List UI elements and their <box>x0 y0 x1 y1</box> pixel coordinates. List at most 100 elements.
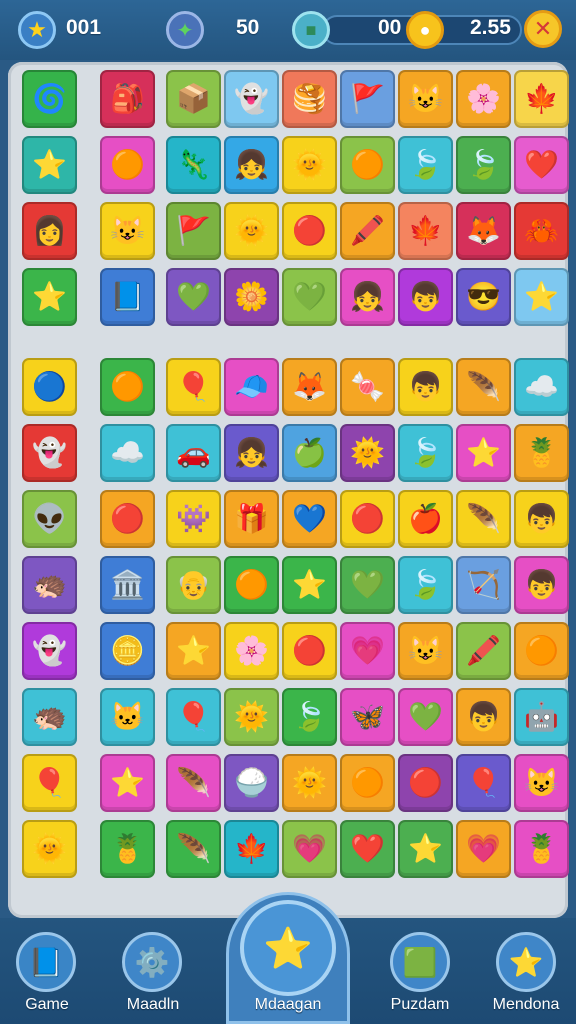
board-tile[interactable]: 🪙 <box>100 622 155 680</box>
board-tile[interactable]: ❤️ <box>340 820 395 878</box>
board-tile[interactable]: ☁️ <box>100 424 155 482</box>
board-tile[interactable]: ⭐ <box>282 556 337 614</box>
gold-coin-icon[interactable]: ● <box>406 11 444 49</box>
board-tile[interactable]: 💚 <box>282 268 337 326</box>
board-tile[interactable]: ☁️ <box>514 358 569 416</box>
board-tile[interactable]: 🍍 <box>514 424 569 482</box>
board-tile[interactable]: 🦎 <box>166 136 221 194</box>
board-tile[interactable]: 🚩 <box>166 202 221 260</box>
star-icon[interactable]: ⭐ <box>496 932 556 992</box>
board-tile[interactable]: 🦊 <box>282 358 337 416</box>
puzzle-board-icon[interactable]: 🟩 <box>390 932 450 992</box>
board-tile[interactable]: 👻 <box>22 622 77 680</box>
board-tile[interactable]: 🟠 <box>100 358 155 416</box>
board-tile[interactable]: 🍍 <box>514 820 569 878</box>
board-tile[interactable]: 🎈 <box>166 688 221 746</box>
board-tile[interactable]: 🖍️ <box>456 622 511 680</box>
board-tile[interactable]: 🔴 <box>282 622 337 680</box>
board-tile[interactable]: 🌸 <box>456 70 511 128</box>
board-tile[interactable]: 🍎 <box>398 490 453 548</box>
board-tile[interactable]: 👻 <box>224 70 279 128</box>
board-tile[interactable]: 🧢 <box>224 358 279 416</box>
board-tile[interactable]: 🖍️ <box>340 202 395 260</box>
board-tile[interactable]: 💚 <box>340 556 395 614</box>
board-tile[interactable]: 🍃 <box>398 424 453 482</box>
board-tile[interactable]: 🔴 <box>282 202 337 260</box>
board-tile[interactable]: 💚 <box>398 688 453 746</box>
board-tile[interactable]: ⭐ <box>22 136 77 194</box>
cube-icon[interactable]: ■ <box>292 11 330 49</box>
board-tile[interactable]: 🔴 <box>100 490 155 548</box>
board-tile[interactable]: 🌞 <box>224 688 279 746</box>
board-tile[interactable]: 😺 <box>100 202 155 260</box>
board-tile[interactable]: 🤖 <box>514 688 569 746</box>
board-tile[interactable]: 🦀 <box>514 202 569 260</box>
board-tile[interactable]: 👩 <box>22 202 77 260</box>
board-tile[interactable]: 🍍 <box>100 820 155 878</box>
board-tile[interactable]: 🪶 <box>166 754 221 812</box>
board-tile[interactable]: 🐱 <box>100 688 155 746</box>
board-tile[interactable]: 👻 <box>22 424 77 482</box>
board-tile[interactable]: 🎒 <box>100 70 155 128</box>
board-tile[interactable]: 🌞 <box>282 136 337 194</box>
board-tile[interactable]: 🟠 <box>514 622 569 680</box>
board-tile[interactable]: 👦 <box>398 268 453 326</box>
nav-label-game[interactable]: Game <box>0 996 102 1014</box>
board-tile[interactable]: 👽 <box>22 490 77 548</box>
board-tile[interactable]: ⭐ <box>100 754 155 812</box>
board-tile[interactable]: 👦 <box>398 358 453 416</box>
board-tile[interactable]: 👴 <box>166 556 221 614</box>
star-icon[interactable]: ★ <box>18 11 56 49</box>
board-tile[interactable]: 🌸 <box>224 622 279 680</box>
board-tile[interactable]: 🦊 <box>456 202 511 260</box>
board-tile[interactable]: 😺 <box>514 754 569 812</box>
board-tile[interactable]: 🔴 <box>340 490 395 548</box>
board-tile[interactable]: ⭐ <box>456 424 511 482</box>
board-tile[interactable]: 🌞 <box>224 202 279 260</box>
board-tile[interactable]: 🌞 <box>340 424 395 482</box>
board-tile[interactable]: ⭐ <box>514 268 569 326</box>
board-tile[interactable]: 🟠 <box>340 754 395 812</box>
board-tile[interactable]: 📦 <box>166 70 221 128</box>
board-tile[interactable]: 🌀 <box>22 70 77 128</box>
board-tile[interactable]: 🦔 <box>22 688 77 746</box>
board-tile[interactable]: 🚗 <box>166 424 221 482</box>
board-tile[interactable]: 🍃 <box>456 136 511 194</box>
board-tile[interactable]: 🌞 <box>22 820 77 878</box>
board-tile[interactable]: 🟠 <box>340 136 395 194</box>
board-tile[interactable]: 🎈 <box>166 358 221 416</box>
board-tile[interactable]: 🍃 <box>398 556 453 614</box>
board-tile[interactable]: 🍁 <box>398 202 453 260</box>
board-tile[interactable]: ⭐ <box>22 268 77 326</box>
nav-label-mdaagan[interactable]: Mdaagan <box>233 996 343 1014</box>
board-tile[interactable]: 👦 <box>514 556 569 614</box>
board-tile[interactable]: 🔵 <box>22 358 77 416</box>
board-tile[interactable]: 🪶 <box>166 820 221 878</box>
board-tile[interactable]: ⭐ <box>166 622 221 680</box>
board-tile[interactable]: 🏹 <box>456 556 511 614</box>
board-tile[interactable]: ❤️ <box>514 136 569 194</box>
board-tile[interactable]: ⭐ <box>398 820 453 878</box>
board-tile[interactable]: 👾 <box>166 490 221 548</box>
board-tile[interactable]: 🌞 <box>282 754 337 812</box>
board-tile[interactable]: 💙 <box>282 490 337 548</box>
nav-label-mendona[interactable]: Mendona <box>471 996 576 1014</box>
board-tile[interactable]: 🍁 <box>514 70 569 128</box>
board-tile[interactable]: 👦 <box>514 490 569 548</box>
board-tile[interactable]: 🎁 <box>224 490 279 548</box>
board-tile[interactable]: 🪶 <box>456 358 511 416</box>
board-tile[interactable]: 🍬 <box>340 358 395 416</box>
close-icon[interactable]: ✕ <box>524 10 562 48</box>
board-tile[interactable]: 🍁 <box>224 820 279 878</box>
board-tile[interactable]: 😎 <box>456 268 511 326</box>
board-tile[interactable]: 🔴 <box>398 754 453 812</box>
book-icon[interactable]: 📘 <box>16 932 76 992</box>
board-tile[interactable]: 💗 <box>340 622 395 680</box>
board-tile[interactable]: 👧 <box>340 268 395 326</box>
board-tile[interactable]: 🟠 <box>224 556 279 614</box>
board-tile[interactable]: 👧 <box>224 136 279 194</box>
board-tile[interactable]: 🌼 <box>224 268 279 326</box>
board-tile[interactable]: 🍚 <box>224 754 279 812</box>
nav-label-puzdam[interactable]: Puzdam <box>365 996 475 1014</box>
board-tile[interactable]: 🍃 <box>398 136 453 194</box>
